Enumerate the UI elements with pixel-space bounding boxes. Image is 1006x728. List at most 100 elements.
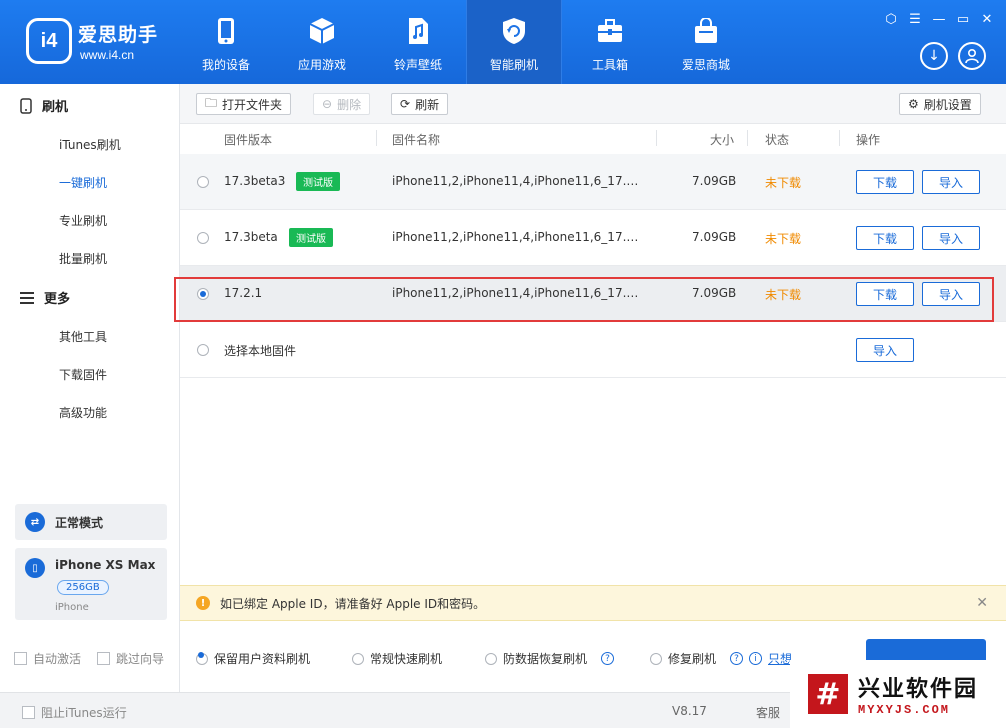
- checkbox-label: 阻止iTunes运行: [41, 706, 127, 720]
- column-status: 状态: [765, 133, 790, 147]
- watermark-title: 兴业软件园: [858, 677, 979, 702]
- auto-activate-checkbox[interactable]: 自动激活: [14, 650, 81, 667]
- sidebar-group-label: 刷机: [42, 100, 69, 115]
- minimize-icon[interactable]: —: [930, 10, 948, 28]
- maximize-icon[interactable]: ▭: [954, 10, 972, 28]
- nav-smart-flash[interactable]: 智能刷机: [466, 0, 562, 84]
- download-button[interactable]: 下载: [856, 226, 914, 250]
- watermark-logo-icon: #: [808, 674, 848, 714]
- selection-highlight-box: [174, 277, 994, 322]
- refresh-button[interactable]: ⟳ 刷新: [391, 93, 449, 115]
- firmware-name: iPhone11,2,iPhone11,4,iPhone11,6_17.3_21…: [392, 174, 644, 188]
- local-firmware-row[interactable]: 选择本地固件 导入: [180, 322, 1006, 378]
- checkbox-label: 自动激活: [33, 652, 82, 666]
- device-card[interactable]: ▯ iPhone XS Max 256GB iPhone: [15, 548, 167, 620]
- delete-button[interactable]: ⊖ 删除: [313, 93, 371, 115]
- local-import-button[interactable]: 导入: [856, 338, 914, 362]
- download-icon[interactable]: ↓: [920, 42, 948, 70]
- checkbox-box: [14, 652, 27, 665]
- watermark-text: 兴业软件园 MYXYJS.COM: [858, 671, 978, 717]
- sidebar-group-flash[interactable]: 刷机: [20, 96, 68, 115]
- close-icon[interactable]: ✕: [978, 10, 996, 28]
- option-keep-data[interactable]: 保留用户资料刷机: [196, 650, 310, 667]
- help-icon[interactable]: ?: [730, 652, 744, 665]
- firmware-size: 7.09GB: [692, 230, 737, 244]
- version-label: V8.17: [672, 704, 707, 718]
- close-icon[interactable]: ✕: [976, 595, 988, 611]
- button-label: 刷机设置: [923, 97, 972, 112]
- help-icon[interactable]: ?: [601, 652, 615, 665]
- flash-settings-button[interactable]: ⚙ 刷机设置: [899, 93, 981, 115]
- menu-icon[interactable]: ☰: [906, 10, 924, 28]
- nav-toolbox[interactable]: 工具箱: [562, 0, 658, 84]
- toolbox-icon: [596, 16, 624, 46]
- local-firmware-label: 选择本地固件: [224, 344, 297, 358]
- phone-small-icon: [20, 97, 32, 114]
- top-bar: i4 爱思助手 www.i4.cn 我的设备 应用游戏 铃声壁纸 智能刷机 工具…: [0, 0, 1006, 84]
- service-link[interactable]: 客服: [756, 704, 780, 721]
- nav-my-device[interactable]: 我的设备: [178, 0, 274, 84]
- skip-guide-checkbox[interactable]: 跳过向导: [97, 650, 164, 667]
- download-button[interactable]: 下载: [856, 170, 914, 194]
- sidebar-item-pro-flash[interactable]: 专业刷机: [59, 212, 107, 229]
- phone-icon: [212, 16, 240, 46]
- watermark-url: MYXYJS.COM: [858, 703, 951, 717]
- user-icon[interactable]: [958, 42, 986, 70]
- device-name: iPhone XS Max: [55, 558, 156, 572]
- mode-card: ⇄ 正常模式: [15, 504, 167, 540]
- download-status: 未下载: [765, 232, 802, 246]
- option-repair-flash[interactable]: 修复刷机 ? i 只想: [650, 650, 792, 667]
- column-divider: [376, 130, 377, 146]
- sidebar: 刷机 iTunes刷机 一键刷机 专业刷机 批量刷机 更多 其他工具 下载固件 …: [0, 84, 180, 728]
- main-panel: 🗀 打开文件夹 ⊖ 删除 ⟳ 刷新 ⚙ 刷机设置 固件版本 固件名称 大小 状态…: [174, 84, 1006, 728]
- main-nav: 我的设备 应用游戏 铃声壁纸 智能刷机 工具箱 爱思商城: [178, 0, 754, 84]
- column-divider: [839, 130, 840, 146]
- table-row[interactable]: 17.3beta3 测试版 iPhone11,2,iPhone11,4,iPho…: [180, 154, 1006, 210]
- option-anti-data-recovery[interactable]: 防数据恢复刷机 ?: [485, 650, 615, 667]
- row-radio[interactable]: [197, 344, 209, 356]
- mode-label: 正常模式: [55, 515, 104, 530]
- checkbox-box: [97, 652, 110, 665]
- app-url: www.i4.cn: [80, 48, 135, 62]
- watermark: # 兴业软件园 MYXYJS.COM: [790, 660, 1006, 728]
- sidebar-item-batch-flash[interactable]: 批量刷机: [59, 250, 107, 267]
- option-radio: [196, 652, 208, 665]
- table-row[interactable]: 17.3beta 测试版 iPhone11,2,iPhone11,4,iPhon…: [180, 210, 1006, 266]
- option-label: 修复刷机: [668, 652, 717, 666]
- firmware-name: iPhone11,2,iPhone11,4,iPhone11,6_17.3_21…: [392, 230, 644, 244]
- nav-apps-games[interactable]: 应用游戏: [274, 0, 370, 84]
- column-divider: [656, 130, 657, 146]
- beta-badge: 测试版: [289, 228, 333, 247]
- block-itunes-checkbox[interactable]: 阻止iTunes运行: [22, 704, 127, 721]
- row-radio[interactable]: [197, 232, 209, 244]
- gear-icon: ⚙: [908, 97, 919, 111]
- notice-text: 如已绑定 Apple ID，请准备好 Apple ID和密码。: [220, 596, 486, 611]
- only-want-link[interactable]: 只想: [768, 650, 792, 667]
- sidebar-group-more[interactable]: 更多: [20, 288, 70, 307]
- option-quick-flash[interactable]: 常规快速刷机: [352, 650, 442, 667]
- sidebar-item-download-firmware[interactable]: 下载固件: [59, 366, 107, 383]
- sidebar-item-advanced[interactable]: 高级功能: [59, 404, 107, 421]
- sidebar-item-itunes-flash[interactable]: iTunes刷机: [59, 136, 121, 153]
- download-status: 未下载: [765, 176, 802, 190]
- nav-label: 我的设备: [201, 58, 250, 72]
- firmware-version: 17.3beta3: [224, 174, 286, 188]
- sidebar-item-one-click-flash[interactable]: 一键刷机: [59, 174, 107, 191]
- link-icon: ⇄: [25, 512, 45, 532]
- import-button[interactable]: 导入: [922, 226, 980, 250]
- nav-label: 智能刷机: [489, 58, 538, 72]
- button-label: 打开文件夹: [222, 97, 283, 112]
- info-icon[interactable]: i: [749, 652, 763, 665]
- menu-lines-icon: [20, 291, 34, 304]
- shirt-icon[interactable]: ⬡: [882, 10, 900, 28]
- nav-store[interactable]: 爱思商城: [658, 0, 754, 84]
- import-button[interactable]: 导入: [922, 170, 980, 194]
- nav-ringtones[interactable]: 铃声壁纸: [370, 0, 466, 84]
- nav-label: 爱思商城: [681, 58, 730, 72]
- option-radio: [352, 652, 364, 665]
- sidebar-item-other-tools[interactable]: 其他工具: [59, 328, 107, 345]
- open-folder-button[interactable]: 🗀 打开文件夹: [196, 93, 292, 115]
- row-radio[interactable]: [197, 176, 209, 188]
- column-divider: [747, 130, 748, 146]
- checkbox-box: [22, 706, 35, 719]
